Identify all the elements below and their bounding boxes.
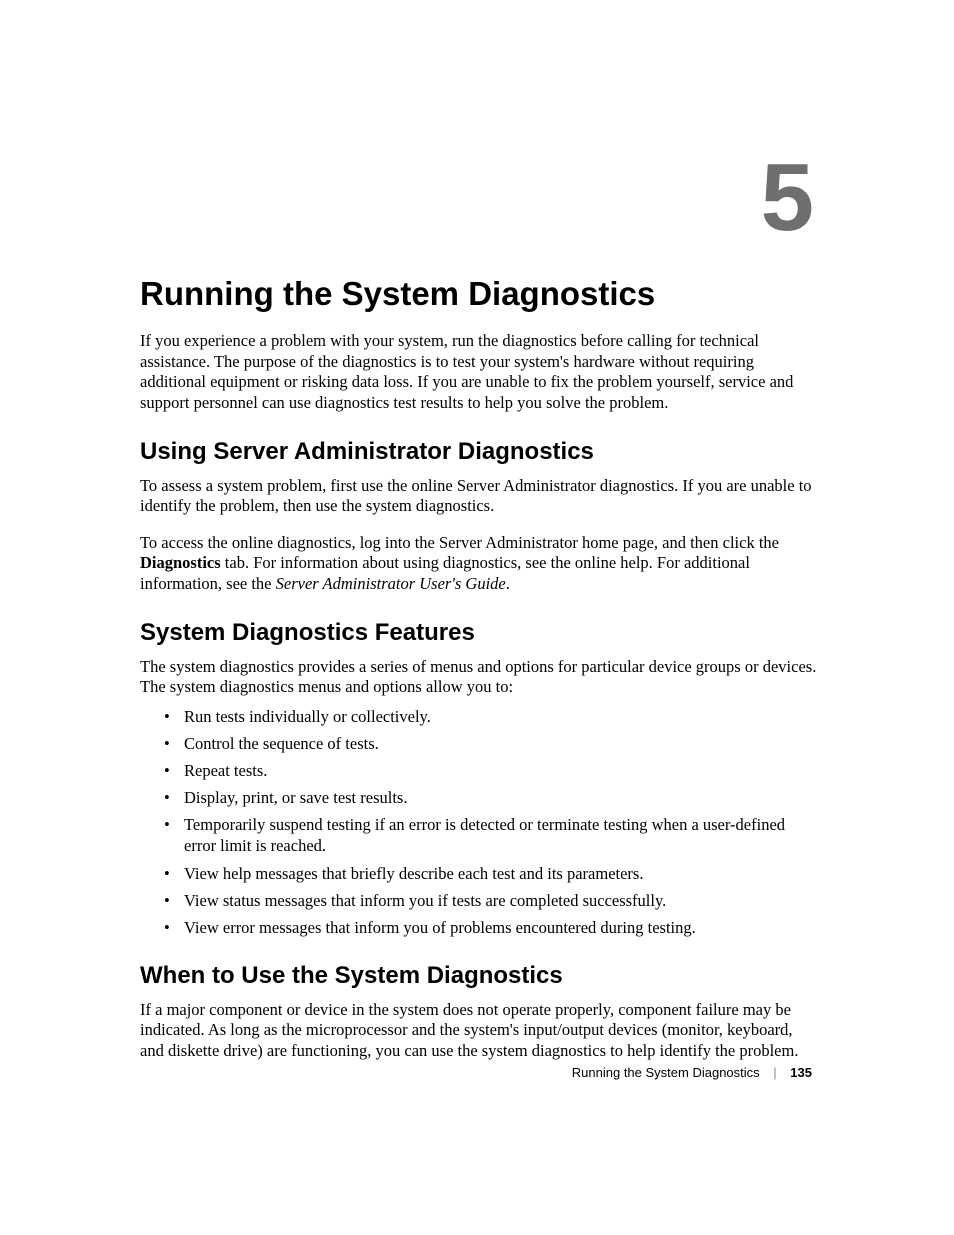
page-content: Running the System Diagnostics If you ex… [140,140,820,1078]
feature-item: View error messages that inform you of p… [184,917,820,938]
footer-page-number: 135 [790,1065,812,1080]
feature-item: View help messages that briefly describe… [184,863,820,884]
feature-item: Run tests individually or collectively. [184,706,820,727]
diagnostics-bold: Diagnostics [140,553,221,572]
feature-item: Temporarily suspend testing if an error … [184,814,820,856]
features-list: Run tests individually or collectively. … [140,706,820,938]
section-heading-features: System Diagnostics Features [140,619,820,647]
section-heading-using: Using Server Administrator Diagnostics [140,438,820,466]
features-intro: The system diagnostics provides a series… [140,657,820,698]
feature-item: View status messages that inform you if … [184,890,820,911]
section-heading-when: When to Use the System Diagnostics [140,962,820,990]
using-p2: To access the online diagnostics, log in… [140,533,820,595]
chapter-title: Running the System Diagnostics [140,275,820,313]
footer-title: Running the System Diagnostics [572,1065,760,1080]
using-p2-c: . [506,574,510,593]
intro-paragraph: If you experience a problem with your sy… [140,331,820,414]
page-footer: Running the System Diagnostics | 135 [572,1065,812,1080]
feature-item: Control the sequence of tests. [184,733,820,754]
when-p1: If a major component or device in the sy… [140,1000,820,1062]
guide-italic: Server Administrator User's Guide [276,574,506,593]
using-p2-a: To access the online diagnostics, log in… [140,533,779,552]
using-p1: To assess a system problem, first use th… [140,476,820,517]
feature-item: Repeat tests. [184,760,820,781]
footer-divider: | [773,1065,776,1080]
feature-item: Display, print, or save test results. [184,787,820,808]
